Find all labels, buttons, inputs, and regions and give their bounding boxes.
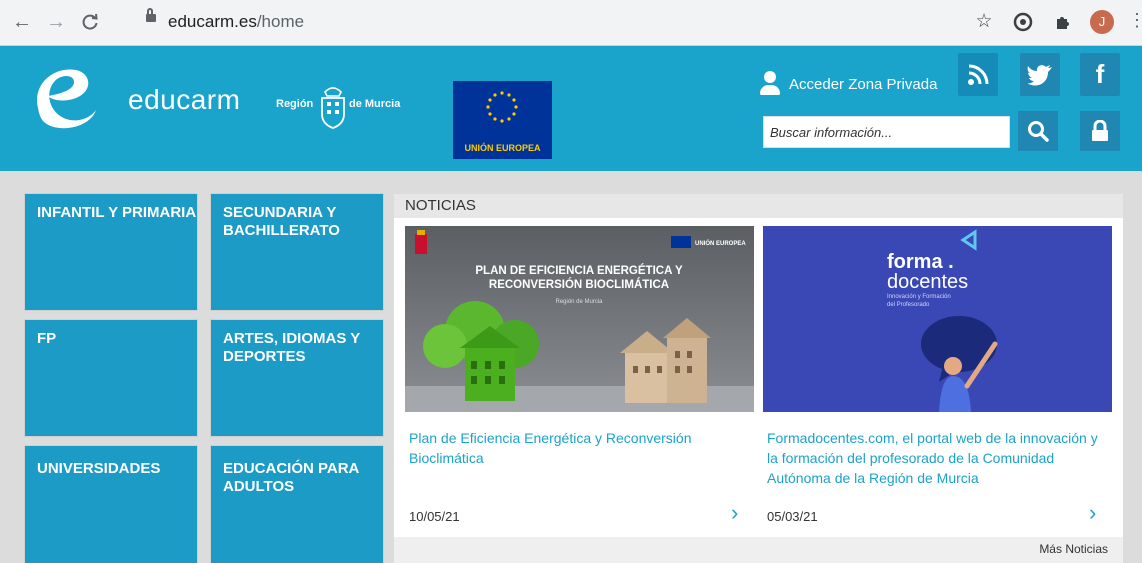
rss-button[interactable] <box>958 53 998 96</box>
profile-avatar[interactable]: J <box>1090 10 1114 34</box>
more-news-link[interactable]: Más Noticias <box>1039 542 1108 556</box>
news-date-formadocentes: 05/03/21 <box>767 509 818 524</box>
menu-kebab-icon[interactable]: ⋮ <box>1128 10 1142 31</box>
extension-icon[interactable] <box>1012 11 1034 33</box>
svg-text:PLAN DE EFICIENCIA ENERGÉTICA: PLAN DE EFICIENCIA ENERGÉTICA Y <box>475 264 683 277</box>
image-subtitle: Región de Murcia <box>555 299 603 305</box>
forward-arrow-icon[interactable]: → <box>44 10 68 34</box>
svg-text:RECONVERSIÓN BIOCLIMÁTICA: RECONVERSIÓN BIOCLIMÁTICA <box>489 278 669 291</box>
back-arrow-icon[interactable]: ← <box>10 10 34 34</box>
private-zone-label: Acceder Zona Privada <box>789 75 938 93</box>
news-image-formadocentes[interactable]: forma . docentes Innovación y Formación … <box>763 226 1112 412</box>
region-murcia-logo[interactable]: Región de Murcia <box>276 84 416 130</box>
tile-artes-idiomas-deportes[interactable]: ARTES, IDIOMAS Y DEPORTES <box>211 320 383 436</box>
educarm-logo-icon[interactable] <box>30 62 100 130</box>
news-footer: Más Noticias <box>394 537 1123 563</box>
image-tagline-1: Innovación y Formación <box>887 294 951 300</box>
tile-educacion-adultos[interactable]: EDUCACIÓN PARA ADULTOS <box>211 446 383 563</box>
chevron-right-icon[interactable]: › <box>1089 500 1096 526</box>
facebook-button[interactable]: f <box>1080 53 1120 96</box>
reload-icon[interactable] <box>78 10 102 34</box>
bookmark-star-icon[interactable]: ☆ <box>973 11 995 33</box>
news-image-eficiencia[interactable]: UNIÓN EUROPEA PLAN DE EFICIENCIA ENERGÉT… <box>405 226 754 412</box>
url-text[interactable]: educarm.es/home <box>168 12 304 32</box>
search-input[interactable] <box>763 116 1010 148</box>
image-eu-badge: UNIÓN EUROPEA <box>695 239 746 247</box>
news-heading: NOTICIAS <box>394 194 1123 218</box>
facebook-icon: f <box>1095 59 1105 89</box>
twitter-button[interactable] <box>1020 53 1060 96</box>
tile-secundaria-bachillerato[interactable]: SECUNDARIA Y BACHILLERATO <box>211 194 383 310</box>
browser-toolbar: ← → educarm.es/home ☆ J ⋮ <box>0 0 1142 46</box>
twitter-bird-icon <box>1027 64 1052 86</box>
coat-of-arms-icon <box>321 87 345 129</box>
image-title-docentes: docentes <box>887 271 968 293</box>
user-icon <box>759 71 781 97</box>
tile-fp[interactable]: FP <box>25 320 197 436</box>
tile-universidades[interactable]: UNIVERSIDADES <box>25 446 197 563</box>
brand-name[interactable]: educarm <box>128 84 240 116</box>
news-title-eficiencia[interactable]: Plan de Eficiencia Energética y Reconver… <box>409 428 754 468</box>
tile-infantil-primaria[interactable]: INFANTIL Y PRIMARIA <box>25 194 197 310</box>
padlock-icon <box>1092 120 1108 141</box>
news-title-formadocentes[interactable]: Formadocentes.com, el portal web de la i… <box>767 428 1112 488</box>
private-zone-link[interactable]: Acceder Zona Privada <box>759 64 937 104</box>
chevron-right-icon[interactable]: › <box>731 500 738 526</box>
eu-flag: UNIÓN EUROPEA <box>453 81 552 159</box>
eu-stars-icon <box>486 91 518 123</box>
login-button[interactable] <box>1080 111 1120 151</box>
puzzle-icon[interactable] <box>1052 11 1074 33</box>
image-title-forma: forma . <box>887 251 954 273</box>
lock-icon[interactable] <box>146 8 156 22</box>
rss-icon <box>968 64 989 85</box>
news-date-eficiencia: 10/05/21 <box>409 509 460 524</box>
search-button[interactable] <box>1018 111 1058 151</box>
news-panel: NOTICIAS UNIÓN EUROPEA PLAN DE EFICIENCI… <box>394 194 1123 563</box>
search-icon <box>1028 121 1049 142</box>
eu-label: UNIÓN EUROPEA <box>464 143 541 153</box>
image-tagline-2: del Profesorado <box>887 302 930 308</box>
